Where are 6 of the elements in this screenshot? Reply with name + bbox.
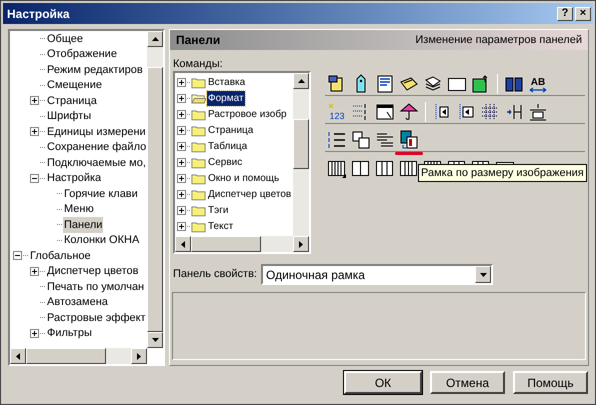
window-title: Настройка (7, 6, 71, 22)
commands-label: Команды: (173, 57, 224, 71)
panel-title: Панели (176, 32, 220, 49)
tooltip: Рамка по размеру изображения (418, 164, 587, 182)
properties-label: Панель свойств: (173, 267, 255, 282)
panel-description: Изменение параметров панелей (415, 32, 582, 48)
